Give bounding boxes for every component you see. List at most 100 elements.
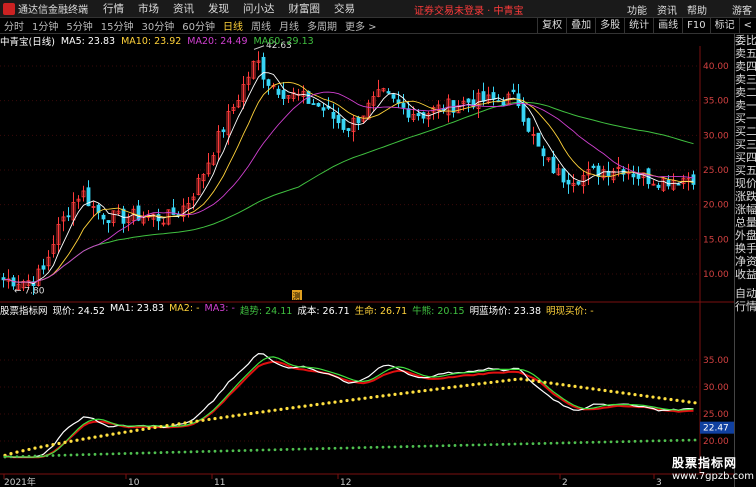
ind-yellow-dot: [393, 392, 397, 396]
btn-diejia[interactable]: 叠加: [566, 18, 595, 33]
ind-yellow-dot: [219, 416, 223, 420]
ind-yellow-dot: [165, 424, 169, 428]
ind-yellow-dot: [57, 441, 61, 446]
ind-green-dot: [555, 441, 559, 445]
ma20-value: MA20: 24.49: [187, 35, 248, 47]
ind-xianjia: 现价: 24.52: [52, 306, 105, 317]
ind-yellow-dot: [141, 427, 145, 431]
ind-yellow-dot: [585, 386, 589, 390]
period-30min[interactable]: 30分钟: [137, 18, 178, 33]
ind-yellow-dot: [75, 438, 79, 442]
menu-caifuquan[interactable]: 财富圈: [282, 1, 328, 16]
menu-bangzhu[interactable]: 帮助: [682, 2, 712, 17]
menu-zixun-right[interactable]: 资讯: [652, 2, 682, 17]
side-label-16: 换手: [735, 242, 756, 255]
period-weekly[interactable]: 周线: [247, 18, 275, 33]
ind-green-dot: [543, 441, 547, 445]
side-label-20[interactable]: 行情: [735, 300, 756, 313]
ind-yellow-dot: [327, 401, 331, 405]
period-monthly[interactable]: 月线: [275, 18, 303, 33]
btn-collapse[interactable]: <: [738, 18, 756, 33]
ind-yellow-dot: [147, 426, 151, 430]
btn-huaxian[interactable]: 画线: [653, 18, 682, 33]
ind-green-dot: [669, 439, 673, 442]
ind-yellow-dot: [657, 396, 661, 400]
menu-faxian[interactable]: 发现: [201, 1, 236, 16]
ind-green-dot: [273, 448, 277, 452]
ind-green-dot: [369, 446, 373, 449]
ind-yellow-dot: [249, 411, 253, 416]
ind-yellow-dot: [315, 402, 319, 407]
menu-zixun[interactable]: 资讯: [166, 1, 201, 16]
candle-body: [631, 173, 636, 178]
period-60min[interactable]: 60分钟: [178, 18, 219, 33]
period-more[interactable]: 更多 >: [341, 18, 381, 33]
ind-green-dot: [99, 452, 103, 456]
ind-green-dot: [429, 444, 433, 448]
ind-yellow-dot: [93, 435, 97, 439]
ind-green-dot: [459, 443, 463, 447]
candle-body: [591, 165, 596, 168]
ind-green-dot: [135, 451, 139, 455]
ind-yellow-dot: [279, 407, 283, 411]
ind-green-dot: [501, 442, 505, 446]
side-label-19[interactable]: 自动: [735, 287, 756, 300]
btn-fuquan[interactable]: 复权: [537, 18, 566, 33]
ind-green-dot: [231, 449, 235, 453]
ind-green-dot: [525, 442, 529, 446]
ma10-value: MA10: 23.92: [121, 35, 182, 47]
menu-wenxiaoda[interactable]: 问小达: [236, 1, 282, 16]
ind-green-dot: [291, 447, 295, 451]
menu-jiaoyi[interactable]: 交易: [327, 1, 362, 16]
btn-biaoji[interactable]: 标记: [709, 18, 739, 33]
login-notice[interactable]: 证券交易未登录 · 中青宝: [414, 2, 524, 17]
ind-green-dot: [513, 442, 517, 446]
ind-green-dot: [69, 453, 73, 457]
app-title: 通达信金融终端: [18, 5, 88, 16]
btn-f10[interactable]: F10: [682, 18, 709, 33]
btn-tongji[interactable]: 统计: [624, 18, 653, 33]
btn-duogu[interactable]: 多股: [595, 18, 624, 33]
ind-green-dot: [639, 439, 643, 443]
side-label-14: 总量: [735, 216, 756, 229]
period-5min[interactable]: 5分钟: [62, 18, 96, 33]
menu-gongneng[interactable]: 功能: [622, 2, 652, 17]
ind-green-dot: [165, 451, 169, 454]
ind-green-dot: [531, 442, 535, 446]
period-daily[interactable]: 日线: [219, 18, 247, 33]
ind-cost: 成本: 26.71: [297, 306, 350, 317]
side-label-5: 卖一: [735, 99, 756, 112]
ind-green-dot: [333, 446, 337, 450]
ind-green-dot: [657, 439, 661, 443]
ind-yellow-dot: [291, 406, 295, 410]
period-1min[interactable]: 1分钟: [28, 18, 62, 33]
ind-green-dot: [309, 447, 313, 451]
side-label-7: 买二: [735, 125, 756, 138]
ind-yellow-dot: [63, 440, 67, 444]
ind-yellow-dot: [123, 430, 127, 434]
ind-yellow-dot: [69, 439, 73, 443]
ma5-line: [3, 72, 694, 285]
ind-green-dot: [15, 455, 19, 458]
ind-green-dot: [159, 451, 163, 454]
ind-green-dot: [219, 449, 223, 453]
menu-shichang[interactable]: 市场: [131, 1, 166, 16]
period-fenshi[interactable]: 分时: [0, 18, 28, 33]
ind-yellow-dot: [537, 379, 541, 384]
candle-body: [676, 183, 681, 186]
kline-info: 中青宝(日线) MA5: 23.83 MA10: 23.92 MA20: 24.…: [0, 34, 320, 49]
ind-yellow-dot: [369, 395, 373, 400]
ind-green-dot: [9, 455, 13, 459]
toolbar-right: 复权 叠加 多股 统计 画线 F10 标记 <: [537, 18, 756, 33]
ind-yellow-dot: [357, 397, 361, 401]
period-15min[interactable]: 15分钟: [97, 18, 138, 33]
x-tick-label: 2021年: [4, 476, 36, 487]
ind-green-dot: [27, 454, 31, 458]
ind-buy: 明现买价: -: [546, 306, 594, 317]
ind-yellow-dot: [135, 428, 139, 432]
menu-hangqing[interactable]: 行情: [96, 1, 131, 16]
kline-chart[interactable]: 40.00 35.00 30.00 25.00 20.00 15.00 10.00 35.00…: [0, 34, 734, 487]
ind-value-label: 22.47: [703, 424, 729, 434]
user-label[interactable]: 游客: [732, 2, 752, 17]
period-multi[interactable]: 多周期: [303, 18, 341, 33]
